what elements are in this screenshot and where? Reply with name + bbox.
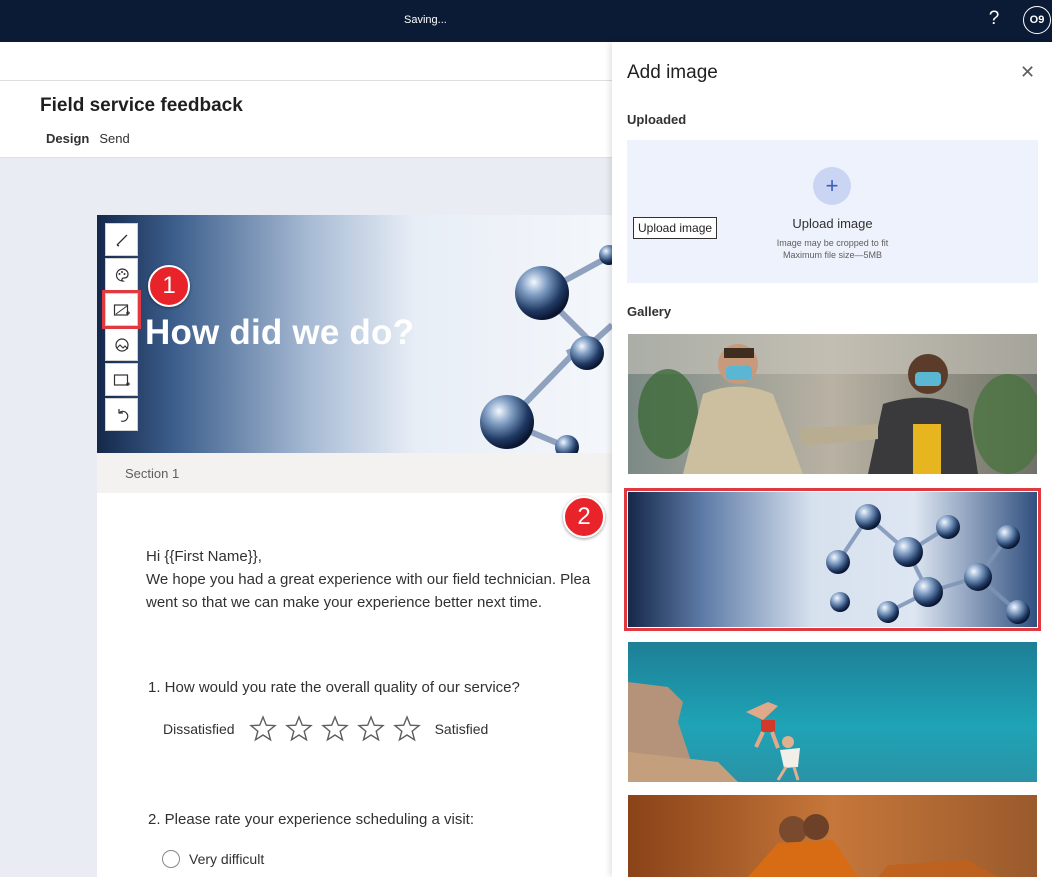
theme-button[interactable] xyxy=(105,258,138,291)
help-icon[interactable]: ? xyxy=(984,8,1004,30)
upload-tooltip: Upload image xyxy=(633,217,718,239)
avatar[interactable]: O9 xyxy=(1023,6,1051,34)
gallery-image-office[interactable] xyxy=(628,334,1037,474)
callout-1: 1 xyxy=(148,265,190,307)
crop-hint: Image may be cropped to fit xyxy=(776,238,889,248)
intro-line-1: We hope you had a great experience with … xyxy=(146,571,591,588)
add-frame-icon xyxy=(113,373,130,386)
gallery-image-sea[interactable] xyxy=(628,642,1037,782)
design-canvas: How did we do? Section 1 Hi {{First Name… xyxy=(0,158,612,877)
section-label: Section 1 xyxy=(125,466,180,481)
panel-title: Add image xyxy=(627,62,718,83)
office-people-photo xyxy=(628,334,1037,474)
question-1: 1. How would you rate the overall qualit… xyxy=(148,679,520,696)
gallery-label: Gallery xyxy=(627,304,672,319)
rating-low-label: Dissatisfied xyxy=(163,721,235,737)
radio-button[interactable] xyxy=(162,850,180,868)
undo-icon xyxy=(117,408,128,422)
add-icon[interactable]: + xyxy=(813,167,851,205)
star-icon[interactable] xyxy=(320,715,349,743)
greeting-line: Hi {{First Name}}, xyxy=(146,548,262,565)
gallery-image-monks[interactable] xyxy=(628,795,1037,877)
monks-photo xyxy=(628,795,1037,877)
hero-title: How did we do? xyxy=(145,313,415,352)
intro-text: Hi {{First Name}}, We hope you had a gre… xyxy=(146,545,616,614)
designer-area: Field service feedback Design Send How d… xyxy=(0,42,612,877)
top-bar: Saving... ? O9 xyxy=(0,0,1052,42)
background-button[interactable] xyxy=(105,328,138,361)
undo-button[interactable] xyxy=(105,398,138,431)
close-icon[interactable]: ✕ xyxy=(1020,62,1035,83)
question-2: 2. Please rate your experience schedulin… xyxy=(148,811,475,828)
header-image-button[interactable] xyxy=(102,290,141,329)
molecules-photo xyxy=(628,492,1037,627)
star-icon[interactable] xyxy=(284,715,313,743)
callout-2: 2 xyxy=(563,496,605,538)
uploaded-label: Uploaded xyxy=(627,112,687,127)
gallery-image-molecules[interactable] xyxy=(624,488,1041,631)
design-toolbar xyxy=(102,223,141,433)
section-header: Section 1 xyxy=(97,453,612,493)
add-image-panel: Add image ✕ Uploaded + Upload image Imag… xyxy=(612,42,1052,877)
survey-header-image[interactable]: How did we do? xyxy=(97,215,612,453)
command-strip xyxy=(0,42,612,81)
option-label: Very difficult xyxy=(189,851,265,867)
star-icon[interactable] xyxy=(392,715,421,743)
star-icon[interactable] xyxy=(356,715,385,743)
landscape-icon xyxy=(114,337,129,352)
sea-jump-photo xyxy=(628,642,1037,782)
image-replace-icon xyxy=(113,303,130,316)
palette-icon xyxy=(115,267,129,282)
star-icon[interactable] xyxy=(248,715,277,743)
page-title: Field service feedback xyxy=(40,95,243,116)
brush-icon xyxy=(116,234,127,247)
intro-line-2: went so that we can make your experience… xyxy=(146,594,543,611)
option-very-difficult[interactable]: Very difficult xyxy=(162,850,264,868)
star-rating: Dissatisfied Satisfied xyxy=(163,715,488,743)
brush-button[interactable] xyxy=(105,223,138,256)
tab-list: Design Send xyxy=(46,131,130,146)
rating-high-label: Satisfied xyxy=(434,721,489,737)
size-hint: Maximum file size—5MB xyxy=(782,250,883,260)
saving-status: Saving... xyxy=(404,14,447,26)
tab-design[interactable]: Design xyxy=(46,131,89,146)
upload-dropzone[interactable]: + Upload image Image may be cropped to f… xyxy=(627,140,1038,283)
tab-send[interactable]: Send xyxy=(99,131,129,146)
add-section-button[interactable] xyxy=(105,363,138,396)
survey-header: Field service feedback Design Send xyxy=(0,82,612,158)
